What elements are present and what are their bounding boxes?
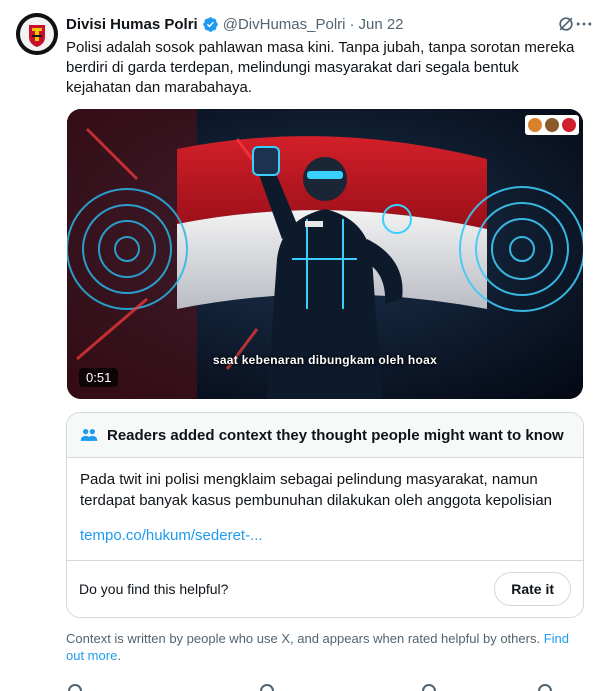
tweet-text: Polisi adalah sosok pahlawan masa kini. … bbox=[66, 39, 575, 96]
community-note-header[interactable]: Readers added context they thought peopl… bbox=[67, 413, 583, 458]
rate-it-button[interactable]: Rate it bbox=[494, 572, 571, 606]
tweet-header: Divisi Humas Polri @DivHumas_Polri · Jun… bbox=[66, 14, 592, 34]
retweet-icon[interactable] bbox=[260, 684, 274, 691]
avatar-logo bbox=[16, 13, 58, 55]
grok-icon[interactable] bbox=[556, 14, 576, 34]
action-row bbox=[60, 684, 592, 691]
context-explanation: Context is written by people who use X, … bbox=[66, 631, 541, 646]
post-date[interactable]: Jun 22 bbox=[358, 16, 403, 33]
channel-badge bbox=[525, 115, 579, 135]
avatar[interactable] bbox=[16, 13, 58, 55]
badge-icon bbox=[561, 118, 576, 132]
context-footer: Context is written by people who use X, … bbox=[66, 630, 586, 664]
author-handle[interactable]: @DivHumas_Polri bbox=[223, 16, 346, 33]
badge-icon bbox=[544, 118, 559, 132]
video-player[interactable]: saat kebenaran dibungkam oleh hoax 0:51 bbox=[67, 109, 583, 399]
video-subtitle: saat kebenaran dibungkam oleh hoax bbox=[212, 353, 438, 367]
separator: · bbox=[349, 15, 355, 33]
period: . bbox=[117, 648, 121, 663]
people-icon bbox=[80, 429, 98, 441]
video-duration: 0:51 bbox=[79, 368, 119, 387]
verified-badge-icon bbox=[202, 16, 218, 32]
community-note-body: Pada twit ini polisi mengklaim sebagai p… bbox=[67, 458, 583, 561]
views-icon[interactable] bbox=[538, 684, 552, 691]
helpful-prompt: Do you find this helpful? bbox=[79, 581, 229, 597]
community-note-title: Readers added context they thought peopl… bbox=[107, 426, 564, 444]
community-note-link[interactable]: tempo.co/hukum/sederet-... bbox=[80, 525, 570, 546]
reply-icon[interactable] bbox=[68, 684, 82, 691]
community-note-footer: Do you find this helpful? Rate it bbox=[67, 560, 583, 617]
community-note: Readers added context they thought peopl… bbox=[66, 412, 584, 618]
badge-icon bbox=[528, 118, 543, 132]
like-icon[interactable] bbox=[422, 684, 436, 691]
more-icon[interactable] bbox=[574, 14, 594, 34]
community-note-text: Pada twit ini polisi mengklaim sebagai p… bbox=[80, 471, 553, 509]
author-name[interactable]: Divisi Humas Polri bbox=[66, 16, 198, 33]
